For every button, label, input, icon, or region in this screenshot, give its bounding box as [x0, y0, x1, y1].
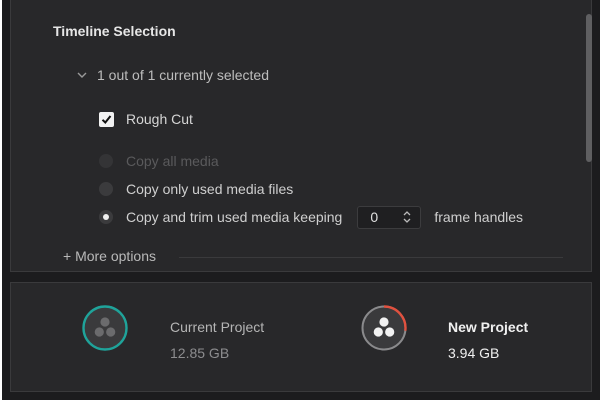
copy-trim-radio[interactable]: [99, 210, 113, 224]
option-copy-used[interactable]: Copy only used media files: [99, 179, 293, 199]
new-project-label: New Project: [448, 319, 529, 335]
frame-handles-value: 0: [370, 209, 379, 225]
current-project-icon: [82, 305, 128, 351]
copy-trim-label: Copy and trim used media keeping: [126, 209, 343, 225]
option-copy-all: Copy all media: [99, 151, 219, 171]
divider: [179, 257, 563, 258]
timeline-options-panel: Timeline Selection 1 out of 1 currently …: [10, 0, 592, 272]
checkmark-icon: [101, 114, 112, 124]
copy-all-label: Copy all media: [126, 153, 219, 169]
chevron-down-icon: [77, 72, 87, 78]
current-project-ring: [82, 305, 128, 351]
timeline-checkbox[interactable]: [99, 111, 114, 127]
scrollbar[interactable]: [586, 14, 592, 162]
copy-used-radio[interactable]: [99, 182, 113, 196]
frame-handles-stepper[interactable]: 0: [357, 205, 422, 229]
selection-disclosure[interactable]: 1 out of 1 currently selected: [75, 66, 269, 84]
new-project-size: 3.94 GB: [448, 345, 500, 361]
frame-handles-suffix: frame handles: [434, 209, 524, 225]
media-management-panel: Timeline Selection 1 out of 1 currently …: [2, 0, 600, 400]
timeline-label: Rough Cut: [126, 111, 193, 127]
copy-all-radio: [99, 154, 113, 168]
timeline-item[interactable]: Rough Cut: [99, 110, 193, 128]
current-project-size: 12.85 GB: [170, 345, 230, 361]
stepper-arrows-icon[interactable]: [402, 210, 412, 224]
option-copy-trim[interactable]: Copy and trim used media keeping 0 frame…: [99, 205, 524, 229]
current-project-label: Current Project: [170, 319, 265, 335]
section-title: Timeline Selection: [53, 23, 176, 39]
radio-selected-dot: [103, 214, 109, 220]
copy-used-label: Copy only used media files: [126, 181, 294, 197]
disclosure-label: 1 out of 1 currently selected: [97, 67, 269, 83]
new-project-icon: [361, 305, 407, 351]
project-size-panel: Current Project 12.85 GB New Project 3.9…: [10, 282, 592, 392]
more-options-link[interactable]: + More options: [63, 248, 156, 264]
